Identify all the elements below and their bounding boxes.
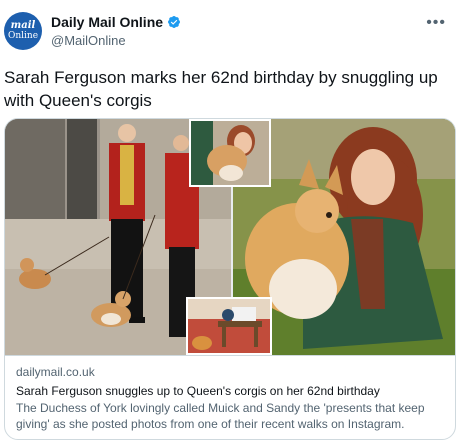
author-name[interactable]: Daily Mail Online [51,14,163,30]
avatar-line-2: Online [7,31,39,41]
link-card[interactable]: dailymail.co.uk Sarah Ferguson snuggles … [4,118,456,440]
card-description: The Duchess of York lovingly called Muic… [16,401,425,431]
author-handle[interactable]: @MailOnline [51,33,181,48]
card-info[interactable]: dailymail.co.uk Sarah Ferguson snuggles … [5,355,455,439]
avatar-line-1: mail [10,20,36,31]
tweet-text: Sarah Ferguson marks her 62nd birthday b… [4,68,438,110]
author-info: Daily Mail Online @MailOnline [51,14,181,48]
photo-inset-bottom [186,297,272,355]
more-icon[interactable]: ••• [426,14,446,32]
avatar[interactable]: mail Online [4,12,42,50]
card-domain: dailymail.co.uk [16,365,95,379]
card-media[interactable] [5,119,455,355]
verified-badge-icon [168,16,181,28]
photo-inset-top [189,119,271,187]
card-title: Sarah Ferguson snuggles up to Queen's co… [16,384,380,398]
tweet: mail Online Daily Mail Online @MailOnlin… [0,0,464,448]
author-name-row: Daily Mail Online [51,14,181,30]
